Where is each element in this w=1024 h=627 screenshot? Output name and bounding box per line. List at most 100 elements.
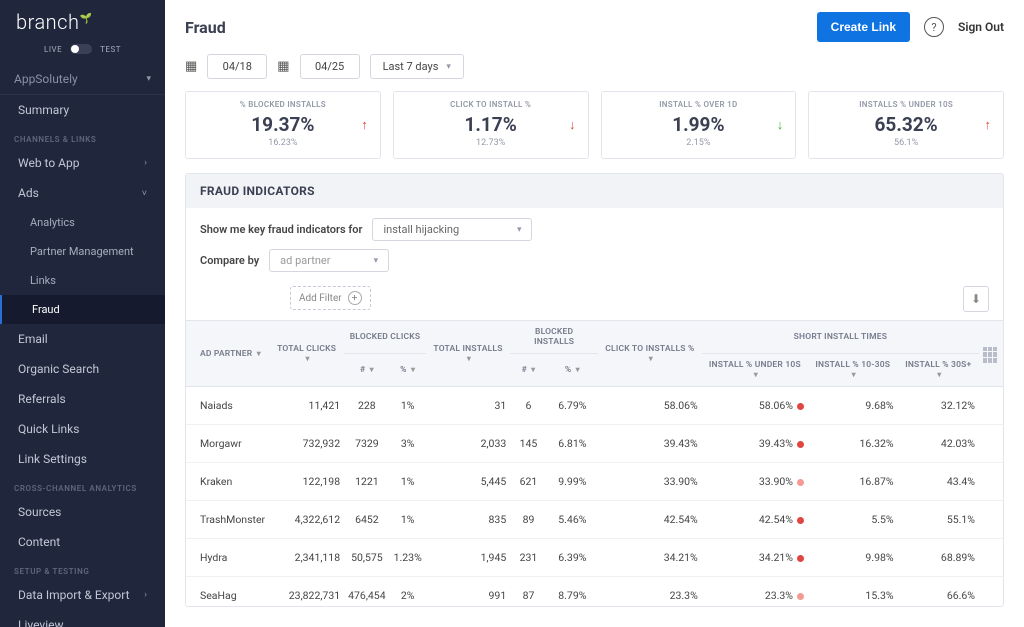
col-u10s[interactable]: INSTALL % UNDER 10S ▾	[702, 354, 808, 387]
cell-bi-num: 89	[510, 501, 546, 539]
cell-partner: Kraken	[186, 463, 269, 501]
chevron-right-icon: ›	[144, 590, 147, 600]
status-dot-icon	[797, 441, 804, 448]
sidebar-item-liveview[interactable]: Liveview	[0, 610, 165, 627]
sidebar-item-sources[interactable]: Sources	[0, 497, 165, 527]
cell-i30p: 43.4%	[898, 463, 979, 501]
compare-select[interactable]: ad partner▾	[269, 249, 389, 272]
status-dot-icon	[797, 517, 804, 524]
sidebar-item-ads[interactable]: Ads˅	[0, 178, 165, 208]
cell-bi-num: 6	[510, 387, 546, 425]
cell-i1030: 15.3%	[808, 577, 898, 608]
table-row[interactable]: TrashMonster 4,322,612 6452 1% 835 89 5.…	[186, 501, 1003, 539]
cell-bc-pct: 2%	[390, 577, 426, 608]
chevron-down-icon: ▾	[146, 74, 151, 84]
status-dot-icon	[797, 593, 804, 600]
cell-total-installs: 31	[426, 387, 510, 425]
download-button[interactable]: ⬇	[963, 286, 989, 312]
cell-bc-pct: 3%	[390, 425, 426, 463]
col-total-installs[interactable]: TOTAL INSTALLS ▾	[426, 321, 510, 387]
section-title: FRAUD INDICATORS	[186, 174, 1003, 208]
indicator-label: Show me key fraud indicators for	[200, 223, 362, 236]
page-title: Fraud	[185, 18, 226, 37]
cell-total-clicks: 11,421	[269, 387, 344, 425]
cell-u10: 58.06%	[702, 387, 808, 425]
cell-bi-num: 87	[510, 577, 546, 608]
sidebar-item-content[interactable]: Content	[0, 527, 165, 557]
cell-cti: 34.21%	[598, 539, 702, 577]
add-filter-button[interactable]: Add Filter+	[290, 286, 371, 310]
indicator-select[interactable]: install hijacking▾	[372, 218, 532, 241]
cell-total-clicks: 4,322,612	[269, 501, 344, 539]
date-range-select[interactable]: Last 7 days▾	[370, 54, 464, 79]
col-i1030[interactable]: INSTALL % 10-30S ▾	[808, 354, 898, 387]
kpi-card[interactable]: CLICK TO INSTALL % 1.17% 12.73% ↓	[393, 91, 589, 159]
sidebar-item-analytics[interactable]: Analytics	[0, 208, 165, 237]
sidebar-section-cca: CROSS-CHANNEL ANALYTICS	[0, 474, 165, 497]
table-row[interactable]: Naiads 11,421 228 1% 31 6 6.79% 58.06% 5…	[186, 387, 1003, 425]
col-blocked-clicks-num[interactable]: # ▾	[344, 354, 389, 387]
chevron-down-icon: ▾	[374, 256, 379, 266]
start-date-input[interactable]: 04/18	[207, 54, 267, 79]
cell-cti: 33.90%	[598, 463, 702, 501]
chevron-down-icon: ˅	[142, 188, 147, 199]
help-icon[interactable]: ?	[924, 17, 944, 37]
col-blocked-installs-pct[interactable]: % ▾	[547, 354, 598, 387]
sidebar-item-partner-management[interactable]: Partner Management	[0, 237, 165, 266]
cell-bi-num: 145	[510, 425, 546, 463]
sidebar-item-organic-search[interactable]: Organic Search	[0, 354, 165, 384]
col-i30p[interactable]: INSTALL % 30S+ ▾	[898, 354, 979, 387]
fraud-table: AD PARTNER ▾ TOTAL CLICKS ▾ BLOCKED CLIC…	[186, 320, 1003, 607]
col-ad-partner[interactable]: AD PARTNER ▾	[186, 321, 269, 387]
cell-total-installs: 835	[426, 501, 510, 539]
kpi-label: CLICK TO INSTALL %	[408, 100, 574, 109]
kpi-card[interactable]: INSTALLS % UNDER 10S 65.32% 56.1% ↑	[808, 91, 1004, 159]
cell-i1030: 9.68%	[808, 387, 898, 425]
cell-bi-pct: 6.79%	[547, 387, 598, 425]
sidebar-item-links[interactable]: Links	[0, 266, 165, 295]
sidebar-item-referrals[interactable]: Referrals	[0, 384, 165, 414]
table-row[interactable]: Kraken 122,198 1221 1% 5,445 621 9.99% 3…	[186, 463, 1003, 501]
cell-cti: 39.43%	[598, 425, 702, 463]
chevron-down-icon: ▾	[446, 62, 451, 72]
kpi-card[interactable]: INSTALL % OVER 1D 1.99% 2.15% ↓	[601, 91, 797, 159]
kpi-card[interactable]: % BLOCKED INSTALLS 19.37% 16.23% ↑	[185, 91, 381, 159]
cell-total-clicks: 122,198	[269, 463, 344, 501]
col-cti[interactable]: CLICK TO INSTALLS % ▾	[598, 321, 702, 387]
sidebar-item-web-to-app[interactable]: Web to App›	[0, 148, 165, 178]
sidebar-item-link-settings[interactable]: Link Settings	[0, 444, 165, 474]
create-link-button[interactable]: Create Link	[817, 12, 910, 42]
end-date-input[interactable]: 04/25	[300, 54, 360, 79]
col-blocked-installs-num[interactable]: # ▾	[510, 354, 546, 387]
sidebar-item-fraud[interactable]: Fraud	[0, 295, 165, 324]
live-test-toggle[interactable]: LIVE TEST	[0, 40, 165, 64]
sidebar-item-quick-links[interactable]: Quick Links	[0, 414, 165, 444]
cell-bi-pct: 5.46%	[547, 501, 598, 539]
sidebar-item-email[interactable]: Email	[0, 324, 165, 354]
cell-bc-num: 1221	[344, 463, 389, 501]
cell-u10: 33.90%	[702, 463, 808, 501]
kpi-prev: 12.73%	[408, 138, 574, 148]
toggle-icon[interactable]	[70, 44, 92, 54]
col-total-clicks[interactable]: TOTAL CLICKS ▾	[269, 321, 344, 387]
cell-cti: 58.06%	[598, 387, 702, 425]
app-selector[interactable]: AppSolutely▾	[0, 64, 165, 95]
sidebar-item-data-import[interactable]: Data Import & Export›	[0, 580, 165, 610]
table-row[interactable]: Morgawr 732,932 7329 3% 2,033 145 6.81% …	[186, 425, 1003, 463]
cell-partner: Naiads	[186, 387, 269, 425]
cell-i30p: 42.03%	[898, 425, 979, 463]
kpi-prev: 2.15%	[616, 138, 782, 148]
table-row[interactable]: SeaHag 23,822,731 476,454 2% 991 87 8.79…	[186, 577, 1003, 608]
table-row[interactable]: Hydra 2,341,118 50,575 1.23% 1,945 231 6…	[186, 539, 1003, 577]
sidebar-item-summary[interactable]: Summary	[0, 95, 165, 125]
col-blocked-clicks-pct[interactable]: % ▾	[390, 354, 426, 387]
calendar-icon[interactable]: ▦	[277, 59, 289, 74]
cell-total-installs: 1,945	[426, 539, 510, 577]
calendar-icon[interactable]: ▦	[185, 59, 197, 74]
colgroup-blocked-installs: BLOCKED INSTALLS	[510, 321, 598, 354]
cell-bc-pct: 1%	[390, 387, 426, 425]
column-selector-button[interactable]	[979, 321, 1003, 387]
cell-total-clicks: 2,341,118	[269, 539, 344, 577]
cell-partner: Hydra	[186, 539, 269, 577]
sign-out-link[interactable]: Sign Out	[958, 20, 1004, 34]
